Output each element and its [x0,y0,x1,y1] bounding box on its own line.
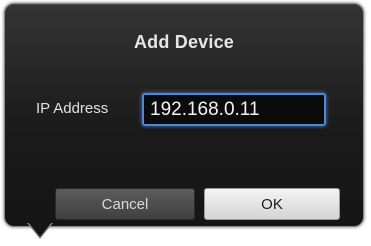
popover-pointer-fill [28,222,52,237]
ok-button[interactable]: OK [204,188,340,220]
dialog-title: Add Device [133,32,235,52]
cancel-button[interactable]: Cancel [55,188,195,220]
add-device-popover: Add Device IP Address Cancel OK [4,3,364,227]
ip-address-label: IP Address [36,100,109,117]
ip-address-input[interactable] [142,93,326,126]
